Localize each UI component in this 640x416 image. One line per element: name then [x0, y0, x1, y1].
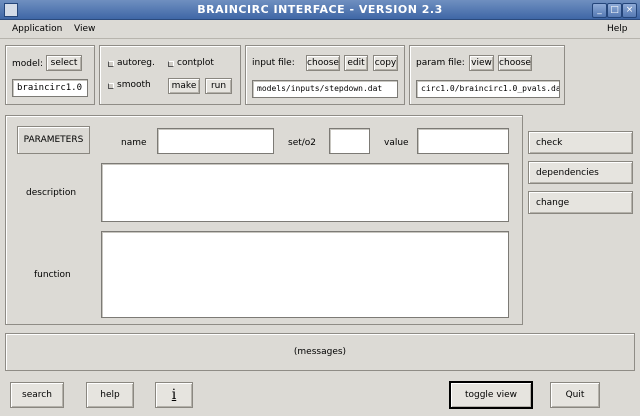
- select-model-button[interactable]: select: [46, 55, 82, 71]
- minimize-button[interactable]: _: [592, 3, 607, 18]
- description-textarea[interactable]: [101, 163, 509, 222]
- copy-input-button[interactable]: copy: [373, 55, 398, 71]
- parameters-panel: PARAMETERS name set/o2 value description…: [5, 115, 523, 325]
- make-button[interactable]: make: [168, 78, 200, 94]
- input-file-panel: input file: choose edit copy models/inpu…: [245, 45, 405, 105]
- function-textarea[interactable]: [101, 231, 509, 318]
- param-file-panel: param file: view choose circ1.0/braincir…: [409, 45, 565, 105]
- menu-application[interactable]: Application: [12, 24, 62, 34]
- value-label: value: [384, 138, 409, 148]
- param-file-field[interactable]: circ1.0/braincirc1.0_pvals.dat: [416, 80, 560, 98]
- dependencies-button[interactable]: dependencies: [528, 161, 633, 184]
- model-panel: model: select braincirc1.0: [5, 45, 95, 105]
- value-field[interactable]: [417, 128, 509, 154]
- info-button[interactable]: i: [155, 382, 193, 408]
- maximize-button[interactable]: □: [607, 3, 622, 18]
- view-param-button[interactable]: view: [469, 55, 494, 71]
- menu-bar: Application View Help: [0, 20, 640, 39]
- options-panel: autoreg. contplot smooth make run: [99, 45, 241, 105]
- window-title: BRAINCIRC INTERFACE - VERSION 2.3: [197, 3, 443, 16]
- function-label: function: [34, 270, 71, 280]
- menu-help[interactable]: Help: [607, 24, 628, 34]
- menu-view[interactable]: View: [74, 24, 95, 34]
- help-button[interactable]: help: [86, 382, 134, 408]
- autoreg-checkbox[interactable]: [108, 61, 114, 67]
- name-field[interactable]: [157, 128, 274, 154]
- param-file-label: param file:: [416, 58, 465, 68]
- run-button[interactable]: run: [205, 78, 232, 94]
- set-o2-field[interactable]: [329, 128, 370, 154]
- description-label: description: [26, 188, 77, 198]
- choose-param-button[interactable]: choose: [498, 55, 532, 71]
- model-label: model:: [12, 59, 44, 69]
- autoreg-label: autoreg.: [117, 58, 155, 68]
- parameters-header: PARAMETERS: [17, 126, 90, 154]
- change-button[interactable]: change: [528, 191, 633, 214]
- search-button[interactable]: search: [10, 382, 64, 408]
- contplot-checkbox[interactable]: [168, 61, 174, 67]
- set-o2-label: set/o2: [288, 138, 317, 148]
- messages-area: (messages): [5, 333, 635, 371]
- input-file-label: input file:: [252, 58, 295, 68]
- edit-input-button[interactable]: edit: [344, 55, 368, 71]
- contplot-label: contplot: [177, 58, 214, 68]
- close-button[interactable]: ×: [622, 3, 637, 18]
- check-button[interactable]: check: [528, 131, 633, 154]
- toggle-view-button[interactable]: toggle view: [449, 381, 533, 409]
- smooth-checkbox[interactable]: [108, 83, 114, 89]
- name-label: name: [121, 138, 147, 148]
- model-field[interactable]: braincirc1.0: [12, 79, 88, 97]
- smooth-label: smooth: [117, 80, 151, 90]
- quit-button[interactable]: Quit: [550, 382, 600, 408]
- title-bar: BRAINCIRC INTERFACE - VERSION 2.3 _ □ ×: [0, 0, 640, 20]
- choose-input-button[interactable]: choose: [306, 55, 340, 71]
- input-file-field[interactable]: models/inputs/stepdown.dat: [252, 80, 398, 98]
